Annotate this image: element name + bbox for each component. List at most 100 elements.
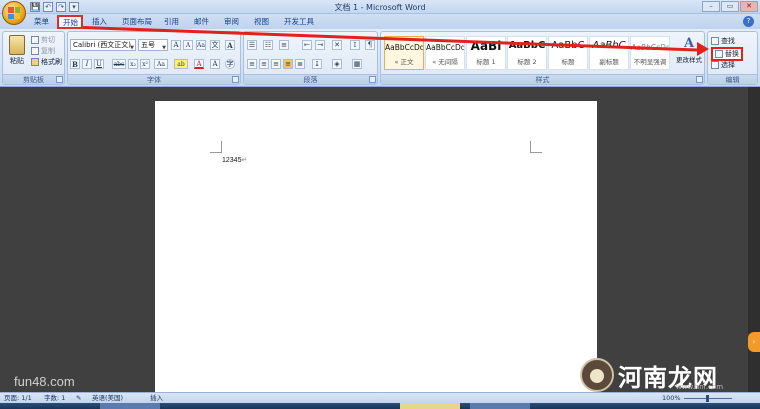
clear-format-button[interactable]: Aa: [196, 40, 206, 50]
copy-icon: [31, 47, 39, 55]
help-icon[interactable]: ?: [743, 16, 754, 27]
paste-button[interactable]: 粘贴: [6, 35, 28, 66]
enclose-char-icon[interactable]: 字: [225, 59, 235, 69]
font-size-select[interactable]: 五号 ▼: [138, 39, 168, 51]
distributed-icon[interactable]: ≣: [295, 59, 305, 69]
maximize-button[interactable]: ▭: [721, 1, 739, 12]
clipboard-group: 粘贴 剪切 复制 格式刷 剪贴板: [2, 31, 65, 85]
shrink-font-button[interactable]: A: [183, 40, 193, 50]
status-bar: 页面: 1/1 字数: 1 ✎ 英语(美国) 插入 100%: [0, 392, 760, 403]
highlight-button[interactable]: ab: [174, 59, 188, 69]
strikethrough-button[interactable]: abc: [112, 59, 126, 69]
paragraph-group-label: 段落: [244, 74, 377, 84]
styles-launcher-icon[interactable]: [696, 76, 703, 83]
document-page[interactable]: 12345↵: [155, 101, 597, 392]
decrease-indent-icon[interactable]: ⇤: [302, 40, 312, 50]
align-center-icon[interactable]: ≡: [259, 59, 269, 69]
sort-icon[interactable]: ↕: [350, 40, 360, 50]
borders-icon[interactable]: ▦: [352, 59, 362, 69]
tab-references[interactable]: 引用: [160, 16, 183, 29]
shading-icon[interactable]: ◈: [332, 59, 342, 69]
select-label: 选择: [721, 61, 735, 69]
tab-review[interactable]: 审阅: [220, 16, 243, 29]
status-mode[interactable]: 插入: [150, 393, 163, 403]
grow-font-button[interactable]: A: [171, 40, 181, 50]
taskbar-item[interactable]: [470, 403, 530, 409]
style-name: 副标题: [599, 58, 619, 66]
side-widget-icon[interactable]: ›: [748, 332, 760, 352]
zoom-slider-thumb[interactable]: [706, 395, 709, 402]
style-name: 标题: [561, 58, 575, 66]
style-name: « 正文: [394, 58, 414, 66]
styles-group-label: 样式: [381, 74, 704, 84]
margin-corner-top-right: [530, 141, 542, 153]
find-label: 查找: [721, 37, 735, 45]
italic-button[interactable]: I: [82, 59, 92, 69]
underline-button[interactable]: U: [94, 59, 104, 69]
style-subtitle[interactable]: AaBbC 副标题: [589, 36, 629, 70]
find-button[interactable]: 查找: [711, 36, 735, 46]
taskbar-item[interactable]: [400, 403, 460, 409]
subscript-button[interactable]: x₂: [128, 59, 138, 69]
multilevel-list-icon[interactable]: ≡: [279, 40, 289, 50]
paragraph-launcher-icon[interactable]: [369, 76, 376, 83]
font-size-value: 五号: [141, 41, 155, 49]
replace-button[interactable]: 替换: [711, 47, 743, 61]
justify-icon[interactable]: ≡: [283, 59, 293, 69]
tab-menu[interactable]: 菜单: [30, 16, 53, 29]
numbering-icon[interactable]: ☷: [263, 40, 273, 50]
paste-label: 粘贴: [10, 57, 24, 65]
zoom-level[interactable]: 100%: [662, 393, 681, 403]
office-button[interactable]: [2, 1, 26, 25]
increase-indent-icon[interactable]: ⇥: [315, 40, 325, 50]
window-title: 文档 1 - Microsoft Word: [334, 3, 426, 12]
office-logo-icon: [8, 7, 20, 19]
copy-button[interactable]: 复制: [31, 46, 55, 56]
bold-button[interactable]: B: [70, 59, 80, 69]
annotation-arrow-head: [697, 42, 709, 56]
select-button[interactable]: 选择: [711, 60, 735, 70]
margin-corner-top-left: [210, 141, 222, 153]
document-text-content: 12345: [222, 157, 242, 164]
tab-view[interactable]: 视图: [250, 16, 273, 29]
char-border-icon[interactable]: A: [225, 40, 235, 50]
taskbar-item[interactable]: [100, 403, 160, 409]
style-title[interactable]: AaBbC 标题: [548, 36, 588, 70]
font-color-button[interactable]: A: [194, 59, 204, 69]
editing-group-label: 编辑: [708, 74, 757, 84]
superscript-button[interactable]: x²: [140, 59, 150, 69]
tab-developer[interactable]: 开发工具: [280, 16, 318, 29]
status-page[interactable]: 页面: 1/1: [4, 393, 32, 403]
close-button[interactable]: ✕: [740, 1, 758, 12]
taskbar: [0, 403, 760, 409]
cut-button[interactable]: 剪切: [31, 35, 55, 45]
align-right-icon[interactable]: ≡: [271, 59, 281, 69]
font-name-value: Calibri (西文正文): [73, 41, 132, 49]
font-name-select[interactable]: Calibri (西文正文) ▼: [70, 39, 136, 51]
format-painter-button[interactable]: 格式刷: [31, 57, 62, 67]
minimize-button[interactable]: –: [702, 1, 720, 12]
document-text[interactable]: 12345↵: [222, 156, 247, 164]
style-subtle-emphasis[interactable]: AaBbCcDd 不明显强调: [630, 36, 670, 70]
clipboard-launcher-icon[interactable]: [56, 76, 63, 83]
asian-layout-icon[interactable]: ✕: [332, 40, 342, 50]
cursor-icon: [711, 61, 719, 69]
status-language[interactable]: 英语(美国): [92, 393, 123, 403]
line-spacing-icon[interactable]: ↨: [312, 59, 322, 69]
tab-mailings[interactable]: 邮件: [190, 16, 213, 29]
phonetic-guide-icon[interactable]: 文: [210, 40, 220, 50]
change-case-button[interactable]: Aa: [154, 59, 168, 69]
status-words[interactable]: 字数: 1: [44, 393, 65, 403]
show-marks-icon[interactable]: ¶: [365, 40, 375, 50]
align-left-icon[interactable]: ≡: [247, 59, 257, 69]
replace-icon: [715, 50, 723, 58]
char-shading-icon[interactable]: A: [210, 59, 220, 69]
paragraph-mark-icon: ↵: [241, 157, 248, 164]
cut-label: 剪切: [41, 36, 55, 44]
bullets-icon[interactable]: ☰: [247, 40, 257, 50]
replace-label: 替换: [725, 50, 739, 58]
proofing-icon[interactable]: ✎: [76, 393, 81, 403]
style-preview: AaBbCcDd: [426, 43, 465, 52]
title-bar: 💾 ↶ ↷ ▾ 文档 1 - Microsoft Word – ▭ ✕: [0, 0, 760, 14]
font-launcher-icon[interactable]: [232, 76, 239, 83]
